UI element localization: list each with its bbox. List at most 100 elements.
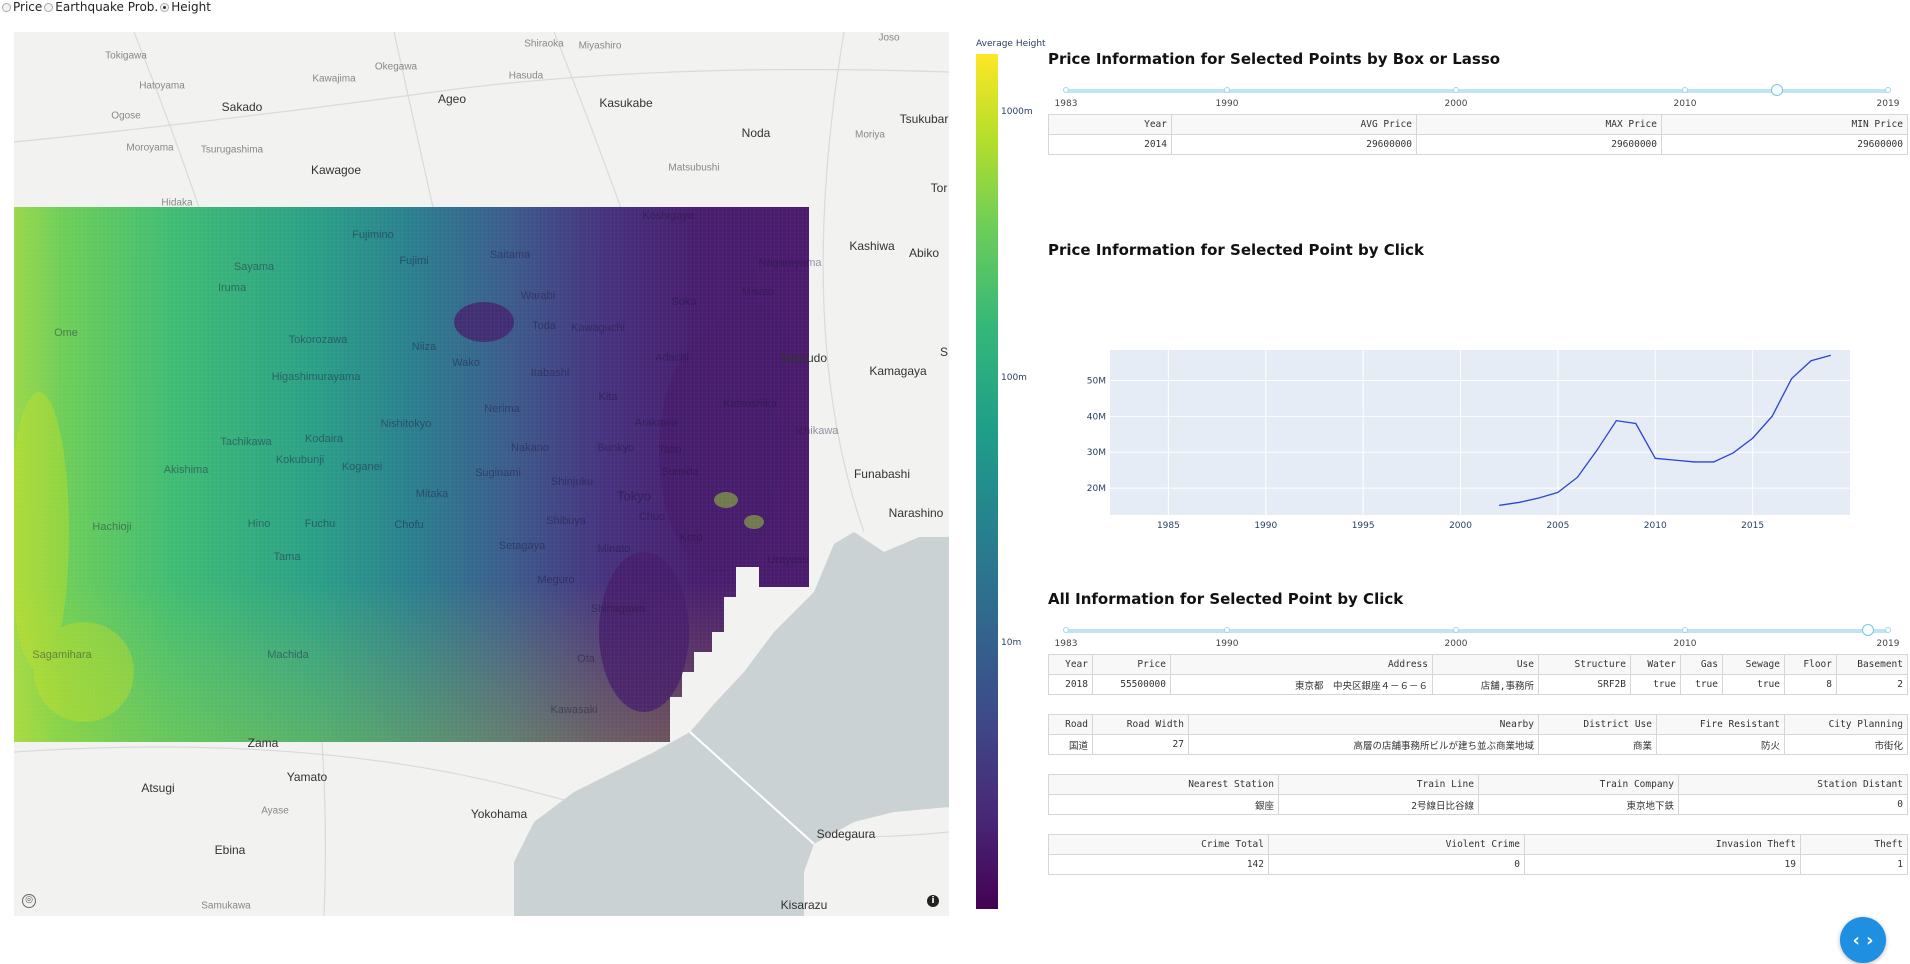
table-header[interactable]: Basement [1836,654,1908,675]
map-label: Yamato [286,770,328,784]
x-tick-label: 2005 [1546,521,1569,531]
table-header[interactable]: Year [1048,114,1172,135]
table-header[interactable]: Violent Crime [1268,834,1525,855]
mapbox-logo-icon[interactable]: ◎ [22,894,36,908]
table-cell[interactable]: 27 [1092,734,1189,755]
table-header[interactable]: Price [1092,654,1171,675]
table-cell[interactable]: true [1630,674,1681,695]
table-header[interactable]: District Use [1538,714,1657,735]
slider-handle[interactable] [1771,84,1783,96]
table-cell[interactable]: SRF2B [1538,674,1631,695]
price-series-point[interactable] [1732,452,1734,454]
table-cell[interactable]: 店舗,事務所 [1432,674,1539,695]
map-label: Minato [597,543,631,555]
map-label: Kasukabe [599,96,653,110]
table-cell[interactable]: 8 [1784,674,1837,695]
price-series-point[interactable] [1791,378,1793,380]
price-series-point[interactable] [1557,491,1559,493]
table-header[interactable]: Crime Total [1048,834,1269,855]
table-header[interactable]: Structure [1538,654,1631,675]
table-cell[interactable]: 防火 [1656,734,1785,755]
price-series-point[interactable] [1615,420,1617,422]
price-series-point[interactable] [1752,437,1754,439]
radio-price[interactable]: Price [2,0,42,14]
year-slider-all-info[interactable]: 1983 1990 2000 2010 2019 [1055,624,1899,652]
price-series-point[interactable] [1674,459,1676,461]
table-cell[interactable]: 東京都 中央区銀座４－６－６ [1170,674,1433,695]
table-header[interactable]: Station Distant [1678,774,1908,795]
table-header[interactable]: Invasion Theft [1524,834,1801,855]
radio-earthquake-prob[interactable]: Earthquake Prob. [44,0,158,14]
table-header[interactable]: Address [1170,654,1433,675]
radio-height[interactable]: Height [160,0,211,14]
map-label: Akishima [163,464,209,476]
table-cell[interactable]: 市街化 [1784,734,1908,755]
slider-rail[interactable] [1066,89,1888,93]
table-header[interactable]: Fire Resistant [1656,714,1785,735]
table-header[interactable]: Theft [1800,834,1908,855]
radio-dot[interactable] [160,2,170,12]
table-cell[interactable]: 銀座 [1048,794,1279,815]
table-cell[interactable]: 19 [1524,854,1801,875]
table-cell[interactable]: 0 [1678,794,1908,815]
table-cell[interactable]: true [1680,674,1723,695]
table-header[interactable]: Water [1630,654,1681,675]
price-series-point[interactable] [1693,461,1695,463]
table-header[interactable]: Train Line [1278,774,1479,795]
table-cell[interactable]: 2014 [1048,134,1172,155]
table-cell[interactable]: 商業 [1538,734,1657,755]
table-header[interactable]: Floor [1784,654,1837,675]
radio-dot[interactable] [44,2,54,12]
table-header[interactable]: Year [1048,654,1093,675]
slider-handle[interactable] [1862,624,1874,636]
table-header[interactable]: Use [1432,654,1539,675]
table-header[interactable]: MIN Price [1661,114,1908,135]
table-header[interactable]: City Planning [1784,714,1908,735]
table-header[interactable]: Nearby [1188,714,1539,735]
table-header[interactable]: AVG Price [1171,114,1417,135]
table-cell[interactable]: 1 [1800,854,1908,875]
price-line-chart[interactable]: 1985 1990 1995 2000 2005 2010 2015 20M 30M 40M 50M [1058,338,1858,538]
price-series-point[interactable] [1576,476,1578,478]
price-series-point[interactable] [1537,497,1539,499]
map-label: Nerima [484,403,520,415]
table-header[interactable]: Road [1048,714,1093,735]
slider-rail[interactable] [1066,629,1888,633]
map-label: Yokohama [470,807,528,821]
table-cell[interactable]: 国道 [1048,734,1093,755]
price-series-point[interactable] [1654,457,1656,459]
heatmap-map[interactable]: Tokigawa Shiraoka Miyashiro Joso Hatoyam… [14,32,949,916]
table-cell[interactable]: 2018 [1048,674,1093,695]
price-series-point[interactable] [1830,354,1832,356]
code-toggle-button[interactable]: ‹ › [1840,917,1886,963]
price-series-point[interactable] [1810,360,1812,362]
price-series-point[interactable] [1635,423,1637,425]
table-header[interactable]: MAX Price [1416,114,1662,135]
price-series-point[interactable] [1596,449,1598,451]
table-cell[interactable]: 2 [1836,674,1908,695]
table-cell[interactable]: 29600000 [1416,134,1662,155]
table-cell[interactable]: 55500000 [1092,674,1171,695]
table-cell[interactable]: 29600000 [1661,134,1908,155]
table-header[interactable]: Train Company [1478,774,1679,795]
year-slider-box-lasso[interactable]: 1983 1990 2000 2010 2019 [1055,84,1899,112]
table-cell[interactable]: 高層の店舗事務所ビルが建ち並ぶ商業地域 [1188,734,1539,755]
price-series-point[interactable] [1498,504,1500,506]
table-header[interactable]: Gas [1680,654,1723,675]
info-icon[interactable]: i [927,895,939,907]
price-series-point[interactable] [1771,415,1773,417]
x-tick-label: 2010 [1644,521,1667,531]
table-cell[interactable]: 2号線日比谷線 [1278,794,1479,815]
table-header[interactable]: Nearest Station [1048,774,1279,795]
table-cell[interactable]: 0 [1268,854,1525,875]
table-header[interactable]: Road Width [1092,714,1189,735]
price-series-point[interactable] [1518,501,1520,503]
table-cell[interactable]: 29600000 [1171,134,1417,155]
map-label: S [939,345,949,359]
price-series-point[interactable] [1713,461,1715,463]
table-cell[interactable]: 142 [1048,854,1269,875]
table-cell[interactable]: true [1722,674,1785,695]
table-header[interactable]: Sewage [1722,654,1785,675]
radio-dot[interactable] [2,2,11,12]
table-cell[interactable]: 東京地下鉄 [1478,794,1679,815]
